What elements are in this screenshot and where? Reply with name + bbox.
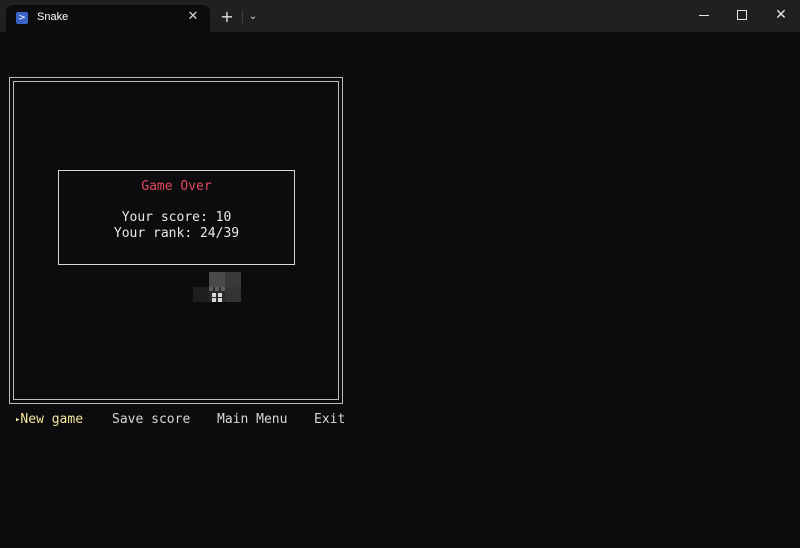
selected-marker-icon: ▸ <box>15 415 21 425</box>
snake-segment <box>225 287 241 302</box>
snake-segment <box>225 272 241 287</box>
snake-segment <box>209 272 225 287</box>
terminal-icon: > <box>16 12 28 24</box>
rank-text: Your rank: 24/39 <box>113 226 240 241</box>
snake-segment <box>193 287 209 302</box>
snake-head-pixel <box>218 298 222 302</box>
snake-head-pixel <box>212 298 216 302</box>
minimize-icon <box>699 15 709 16</box>
menu-item-main-menu[interactable]: Main Menu <box>217 411 287 429</box>
game-over-title: Game Over <box>141 179 212 194</box>
game-over-dialog: Game Over Your score: 10 Your rank: 24/3… <box>58 170 295 265</box>
maximize-icon <box>737 10 747 20</box>
snake-head-pixel <box>209 287 213 291</box>
minimize-button[interactable] <box>684 0 724 30</box>
close-icon: ✕ <box>775 7 787 23</box>
close-window-button[interactable]: ✕ <box>761 0 800 30</box>
menu-item-exit[interactable]: Exit <box>314 411 345 429</box>
chevron-down-icon[interactable]: ⌄ <box>245 8 261 26</box>
new-tab-button[interactable]: + <box>218 8 236 26</box>
snake-head-pixel <box>218 293 222 297</box>
snake-head-pixel <box>215 287 219 291</box>
score-text: Your score: 10 <box>121 210 232 225</box>
menu-item-new-game[interactable]: ▸New game <box>15 411 83 429</box>
snake-head <box>209 287 225 302</box>
tab-title: Snake <box>37 11 69 23</box>
maximize-button[interactable] <box>722 0 762 30</box>
menu-item-label: New game <box>20 412 84 427</box>
close-tab-icon[interactable]: ✕ <box>186 9 200 25</box>
tab-snake[interactable]: > Snake ✕ <box>6 5 210 32</box>
title-bar: > Snake ✕ + ⌄ ✕ <box>0 0 800 32</box>
menu-item-save-score[interactable]: Save score <box>112 411 190 429</box>
snake-head-pixel <box>212 293 216 297</box>
tab-separator <box>242 10 243 24</box>
snake-head-pixel <box>221 287 225 291</box>
